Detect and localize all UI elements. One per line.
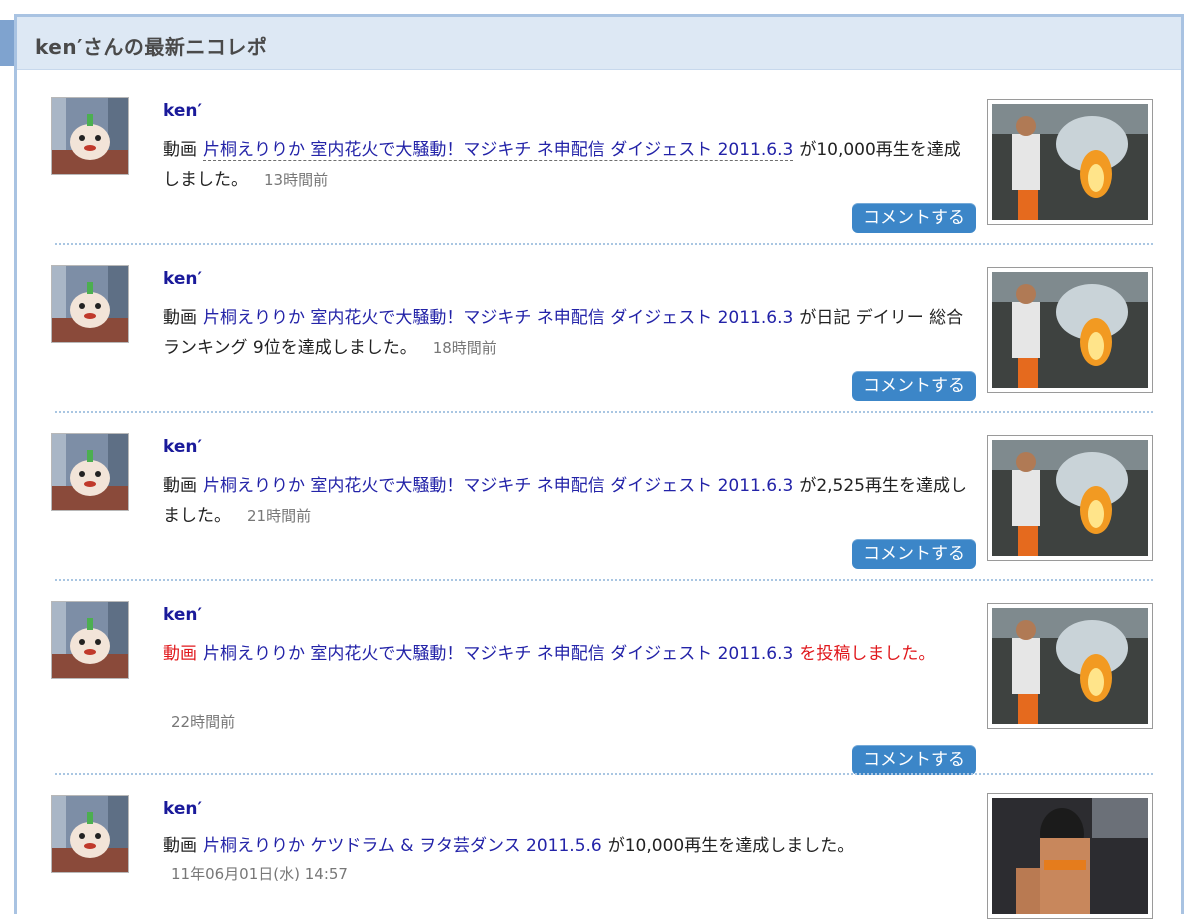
divider — [55, 411, 1153, 413]
video-thumbnail[interactable] — [987, 99, 1153, 225]
report-message: 動画 片桐えりりか 室内花火で大騒動！マジキチ ネ申配信 ダイジェスト 2011.… — [163, 303, 973, 363]
comment-button[interactable]: コメントする — [852, 539, 976, 569]
message-prefix: 動画 — [163, 836, 197, 856]
avatar-image — [52, 796, 128, 872]
thumbnail-image — [992, 608, 1148, 724]
avatar[interactable] — [51, 795, 129, 873]
comment-button[interactable]: コメントする — [852, 371, 976, 401]
message-prefix: 動画 — [163, 308, 197, 328]
report-message: 動画 片桐えりりか 室内花火で大騒動！マジキチ ネ申配信 ダイジェスト 2011.… — [163, 135, 973, 195]
timestamp: 11年06月01日(水) 14:57 — [171, 865, 348, 883]
message-prefix: 動画 — [163, 140, 197, 160]
message-prefix: 動画 — [163, 476, 197, 496]
video-link[interactable]: 片桐えりりか ケツドラム & ヲタ芸ダンス 2011.5.6 — [203, 836, 602, 856]
avatar[interactable] — [51, 433, 129, 511]
username-link[interactable]: ken′ — [163, 101, 202, 121]
message-suffix: が10,000再生を達成しました。 — [607, 836, 855, 856]
comment-button[interactable]: コメントする — [852, 745, 976, 775]
video-thumbnail[interactable] — [987, 267, 1153, 393]
nicorepo-panel: ken′さんの最新ニコレポ ken′ 動画 片桐えりりか 室内花火で大騒動！マジキ… — [14, 14, 1184, 919]
comment-button[interactable]: コメントする — [852, 203, 976, 233]
message-suffix: を投稿しました。 — [799, 644, 936, 664]
video-thumbnail[interactable] — [987, 793, 1153, 919]
avatar-image — [52, 266, 128, 342]
video-link[interactable]: 片桐えりりか 室内花火で大騒動！マジキチ ネ申配信 ダイジェスト 2011.6.… — [203, 644, 793, 664]
thumbnail-image — [992, 798, 1148, 914]
avatar-image — [52, 98, 128, 174]
panel-title: ken′さんの最新ニコレポ — [35, 35, 268, 59]
avatar-image — [52, 602, 128, 678]
video-link[interactable]: 片桐えりりか 室内花火で大騒動！マジキチ ネ申配信 ダイジェスト 2011.6.… — [203, 476, 793, 496]
timestamp: 22時間前 — [171, 713, 236, 731]
video-link[interactable]: 片桐えりりか 室内花火で大騒動！マジキチ ネ申配信 ダイジェスト 2011.6.… — [203, 140, 794, 161]
username-link[interactable]: ken′ — [163, 437, 202, 457]
panel-tab-marker — [0, 20, 14, 66]
panel-header: ken′さんの最新ニコレポ — [17, 17, 1181, 70]
video-link[interactable]: 片桐えりりか 室内花火で大騒動！マジキチ ネ申配信 ダイジェスト 2011.6.… — [203, 308, 793, 328]
timestamp: 18時間前 — [432, 339, 497, 357]
video-thumbnail[interactable] — [987, 435, 1153, 561]
divider — [55, 579, 1153, 581]
timestamp: 13時間前 — [264, 171, 329, 189]
thumbnail-image — [992, 104, 1148, 220]
divider — [55, 773, 1153, 775]
avatar[interactable] — [51, 601, 129, 679]
username-link[interactable]: ken′ — [163, 605, 202, 625]
message-prefix: 動画 — [163, 644, 197, 664]
report-message: 動画 片桐えりりか 室内花火で大騒動！マジキチ ネ申配信 ダイジェスト 2011.… — [163, 639, 973, 669]
timestamp: 21時間前 — [247, 507, 312, 525]
username-link[interactable]: ken′ — [163, 269, 202, 289]
divider — [55, 243, 1153, 245]
thumbnail-image — [992, 272, 1148, 388]
avatar[interactable] — [51, 97, 129, 175]
avatar-image — [52, 434, 128, 510]
report-message: 動画 片桐えりりか ケツドラム & ヲタ芸ダンス 2011.5.6 が10,000再… — [163, 831, 973, 861]
username-link[interactable]: ken′ — [163, 799, 202, 819]
video-thumbnail[interactable] — [987, 603, 1153, 729]
avatar[interactable] — [51, 265, 129, 343]
report-message: 動画 片桐えりりか 室内花火で大騒動！マジキチ ネ申配信 ダイジェスト 2011.… — [163, 471, 973, 531]
thumbnail-image — [992, 440, 1148, 556]
